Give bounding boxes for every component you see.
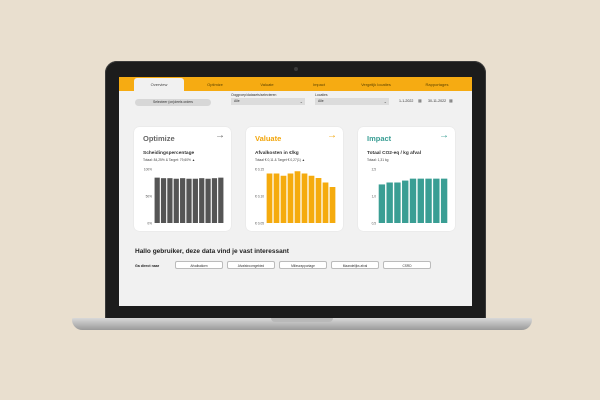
bar-chart: € 0,15 € 0,10 € 0,05 bbox=[255, 168, 336, 226]
group-filter-label: Ooggroep/datasets/selecteren bbox=[231, 93, 277, 97]
card-optimize[interactable]: Optimize → Scheidingspercentage Totaal: … bbox=[134, 127, 231, 231]
location-filter-label: Locaties bbox=[315, 93, 328, 97]
metric-title: Scheidingspercentage bbox=[143, 151, 195, 156]
card-title: Optimize bbox=[143, 134, 175, 143]
chart-bar bbox=[394, 182, 401, 223]
quicklink-button[interactable]: Afvalbakken bbox=[175, 261, 223, 269]
arrow-right-icon[interactable]: → bbox=[215, 130, 225, 141]
chart-bar bbox=[329, 187, 336, 223]
chart-bar bbox=[308, 175, 315, 223]
tab-bar: Overview Optimize Valuate Impact Vergeli… bbox=[119, 77, 472, 91]
chart-bar bbox=[160, 178, 167, 223]
chart-bar bbox=[273, 173, 280, 223]
metric-title: Totaal CO2-eq / kg afval bbox=[367, 151, 422, 156]
chart-bar bbox=[218, 177, 224, 223]
chart-bar bbox=[301, 173, 308, 223]
calendar-icon[interactable]: ▦ bbox=[449, 98, 453, 103]
laptop-notch bbox=[271, 318, 333, 322]
chart-bar bbox=[315, 178, 322, 223]
arrow-right-icon[interactable]: → bbox=[439, 130, 449, 141]
date-from[interactable]: 1-1-2022 bbox=[399, 99, 413, 103]
bar-chart: 2,5 1,0 0,5 bbox=[372, 168, 448, 226]
date-to[interactable]: 30-11-2022 bbox=[428, 99, 446, 103]
quicklink-button[interactable]: Milieurapportage bbox=[279, 261, 327, 269]
group-select-value: Alle bbox=[234, 99, 240, 103]
tab-overview[interactable]: Overview bbox=[134, 78, 184, 91]
chart-bar bbox=[402, 180, 409, 223]
chart-bar bbox=[266, 173, 273, 223]
card-impact[interactable]: Impact → Totaal CO2-eq / kg afval Totaal… bbox=[358, 127, 455, 231]
chart-bar bbox=[205, 178, 211, 223]
tab-optimize[interactable]: Optimize bbox=[194, 78, 236, 91]
app-screen: Overview Optimize Valuate Impact Vergeli… bbox=[119, 77, 472, 306]
quicklink-button[interactable]: Maandelijks afval bbox=[331, 261, 379, 269]
quicklink-button[interactable]: Afvalstroomgebied bbox=[227, 261, 275, 269]
card-title: Valuate bbox=[255, 134, 282, 143]
chevron-down-icon: ⌄ bbox=[299, 99, 303, 104]
chart-bar bbox=[378, 184, 386, 223]
chart-bar bbox=[280, 175, 287, 223]
tick-label: 0% bbox=[147, 222, 152, 226]
metric-subtitle: Totaal € 0,11 & Target € 0,27(1) ▲ bbox=[255, 158, 306, 162]
goto-label: Ga direct naar bbox=[135, 264, 160, 268]
tick-label: € 0,10 bbox=[255, 195, 264, 199]
metric-title: Afvalkosten in €/kg bbox=[255, 151, 299, 156]
laptop-base bbox=[72, 318, 532, 330]
camera-icon bbox=[294, 67, 298, 71]
tick-label: € 0,05 bbox=[255, 222, 264, 226]
chart-bar bbox=[173, 178, 179, 223]
chart-bar bbox=[386, 182, 393, 223]
metric-subtitle: Totaal: 1,31 kg bbox=[367, 158, 389, 162]
location-select[interactable]: Alle ⌄ bbox=[315, 98, 389, 105]
chart-bar bbox=[154, 177, 160, 223]
tab-impact[interactable]: Impact bbox=[298, 78, 340, 91]
chart-bar bbox=[186, 178, 192, 223]
calendar-icon[interactable]: ▦ bbox=[418, 98, 422, 103]
tick-label: € 0,15 bbox=[255, 168, 264, 172]
chart-bar bbox=[287, 173, 294, 223]
bar-chart: 100% 50% 0% bbox=[144, 168, 224, 226]
metric-subtitle: Totaal: 84,25% & Target: 79,60% ▲ bbox=[143, 158, 196, 162]
tab-valuate[interactable]: Valuate bbox=[246, 78, 288, 91]
filter-bar: Selecteer (on)deels orders Ooggroep/data… bbox=[119, 91, 472, 113]
tick-label: 100% bbox=[144, 168, 152, 172]
chart-bar bbox=[211, 178, 218, 223]
tick-label: 50% bbox=[146, 195, 153, 199]
chart-bar bbox=[322, 182, 329, 223]
card-valuate[interactable]: Valuate → Afvalkosten in €/kg Totaal € 0… bbox=[246, 127, 343, 231]
chevron-down-icon: ⌄ bbox=[383, 99, 387, 104]
arrow-right-icon[interactable]: → bbox=[327, 130, 337, 141]
laptop-lid: Overview Optimize Valuate Impact Vergeli… bbox=[105, 61, 486, 319]
tick-label: 2,5 bbox=[372, 168, 377, 172]
chart-bar bbox=[409, 178, 417, 223]
tab-compare-locations[interactable]: Vergelijk locaties bbox=[350, 78, 402, 91]
chart-bar bbox=[425, 178, 432, 223]
tab-reports[interactable]: Rapportages bbox=[412, 78, 462, 91]
quicklink-button[interactable]: CSRD bbox=[383, 261, 431, 269]
chart-bar bbox=[294, 171, 301, 223]
chart-bar bbox=[180, 178, 186, 223]
group-select[interactable]: Alle ⌄ bbox=[231, 98, 305, 105]
chart-bar bbox=[417, 178, 424, 223]
chart-bar bbox=[440, 178, 448, 223]
select-orders-button[interactable]: Selecteer (on)deels orders bbox=[135, 99, 211, 106]
greeting-heading: Hallo gebruiker, deze data vind je vast … bbox=[135, 248, 289, 255]
chart-bar bbox=[433, 178, 440, 223]
card-title: Impact bbox=[367, 134, 392, 143]
tick-label: 1,0 bbox=[372, 195, 377, 199]
chart-bar bbox=[167, 178, 173, 223]
chart-bar bbox=[199, 178, 205, 223]
chart-bar bbox=[192, 178, 198, 223]
tick-label: 0,5 bbox=[372, 222, 377, 226]
location-select-value: Alle bbox=[318, 99, 324, 103]
